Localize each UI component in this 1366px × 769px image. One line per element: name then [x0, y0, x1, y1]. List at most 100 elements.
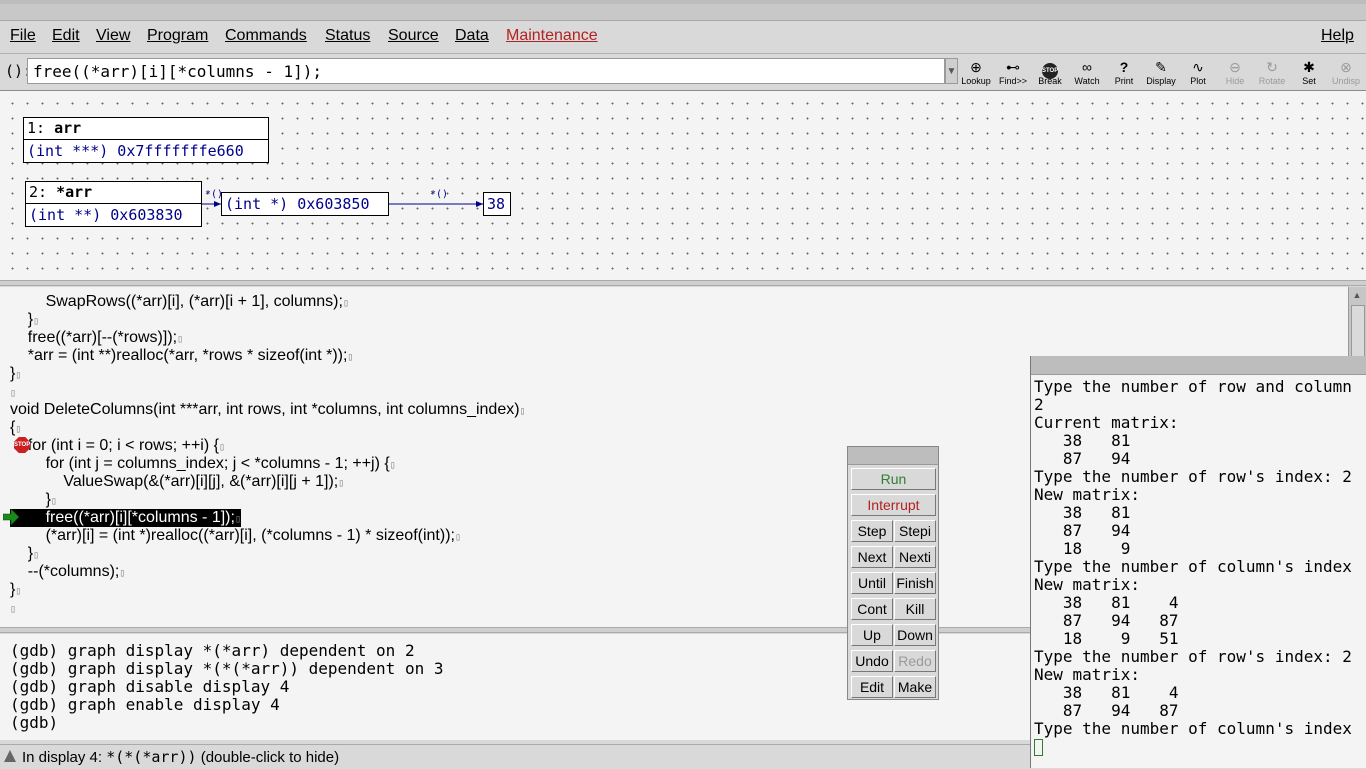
execution-window[interactable]: Type the number of row and column 2 Curren… [1030, 356, 1366, 768]
line-end-marker-icon: ▯ [218, 442, 225, 453]
make-button[interactable]: Make [894, 676, 936, 698]
exec-output-line: 38 81 [1034, 503, 1131, 522]
exec-output-line: Type the number of column's index [1034, 557, 1352, 576]
source-line: }▯ [10, 545, 40, 562]
console-line: (gdb) graph enable display 4 [10, 695, 280, 714]
break-button[interactable]: STOP Break [1032, 57, 1068, 89]
line-end-marker-icon: ▯ [347, 352, 354, 363]
menu-data[interactable]: Data [455, 27, 489, 45]
watch-button[interactable]: ∞ Watch [1069, 57, 1105, 89]
menu-maintenance[interactable]: Maintenance [506, 27, 598, 45]
source-line: }▯ [10, 581, 22, 598]
lookup-label: Lookup [961, 76, 991, 86]
pane-sash-1[interactable] [0, 280, 1366, 286]
set-button[interactable]: ✱ Set [1291, 57, 1327, 89]
display-icon: ✎ [1155, 59, 1167, 75]
break-label: Break [1038, 76, 1062, 86]
stepi-button[interactable]: Stepi [894, 520, 936, 542]
run-button[interactable]: Run [851, 468, 936, 490]
hide-button[interactable]: ⊖ Hide [1217, 57, 1253, 89]
step-button[interactable]: Step [851, 520, 893, 542]
line-end-marker-icon: ▯ [33, 550, 40, 561]
source-line: for (int i = 0; i < rows; ++i) {▯ [10, 437, 225, 454]
rotate-button[interactable]: ↻ Rotate [1254, 57, 1290, 89]
menu-file[interactable]: File [10, 27, 36, 45]
display-3-value[interactable]: (int *) 0x603850 [221, 192, 389, 216]
print-button[interactable]: ? Print [1106, 57, 1142, 89]
undisp-button[interactable]: ⊗ Undisp [1328, 57, 1364, 89]
display-2-value: (int **) 0x603830 [29, 206, 183, 224]
redo-button[interactable]: Redo [894, 650, 936, 672]
set-label: Set [1302, 76, 1316, 86]
command-tool-titlebar[interactable] [848, 447, 938, 465]
window-top-strip [0, 0, 1366, 21]
question-mark-icon: ? [1119, 59, 1129, 75]
menu-program[interactable]: Program [147, 27, 208, 45]
display-1-arr[interactable]: 1: arr (int ***) 0x7fffffffe660 [23, 117, 269, 163]
exec-output-line: 18 9 51 [1034, 629, 1179, 648]
menu-edit[interactable]: Edit [52, 27, 80, 45]
scroll-up-arrow-icon[interactable]: ▲ [1351, 289, 1363, 301]
console-line: (gdb) graph display *(*arr) dependent on… [10, 641, 415, 660]
terminal-cursor [1034, 739, 1043, 756]
display-2-expr: *arr [56, 183, 93, 201]
next-button[interactable]: Next [851, 546, 893, 568]
line-end-marker-icon: ▯ [10, 604, 17, 615]
argument-dropdown-button[interactable]: ▼ [945, 58, 958, 84]
exec-output-line: 18 9 [1034, 539, 1131, 558]
status-text: In display 4: *(*(*arr)) (double-click t… [22, 748, 339, 766]
line-end-marker-icon: ▯ [519, 406, 526, 417]
watch-glasses-icon: ∞ [1082, 59, 1092, 75]
finish-button[interactable]: Finish [894, 572, 936, 594]
exec-output-line: 38 81 4 [1034, 593, 1179, 612]
hide-label: Hide [1225, 76, 1245, 86]
source-line: free((*arr)[--(*rows)]);▯ [10, 329, 184, 346]
down-button[interactable]: Down [894, 624, 936, 646]
source-line: void DeleteColumns(int ***arr, int rows,… [10, 401, 526, 418]
lookup-button[interactable]: ⊕ Lookup [958, 57, 994, 89]
set-icon: ✱ [1303, 59, 1315, 75]
nexti-button[interactable]: Nexti [894, 546, 936, 568]
menu-bar: File Edit View Program Commands Status S… [0, 21, 1366, 54]
exec-output-line: 87 94 87 [1034, 611, 1179, 630]
status-prefix: In display 4: [22, 749, 107, 766]
interrupt-button[interactable]: Interrupt [851, 494, 936, 516]
source-line: *arr = (int **)realloc(*arr, *rows * siz… [10, 347, 354, 364]
until-button[interactable]: Until [851, 572, 893, 594]
menu-commands[interactable]: Commands [225, 27, 307, 45]
display-2-deref-arr[interactable]: 2: *arr (int **) 0x603830 [25, 181, 202, 227]
plot-button[interactable]: ∿ Plot [1180, 57, 1216, 89]
rotate-label: Rotate [1258, 76, 1286, 86]
edge-arrowhead-2 [476, 201, 483, 207]
menu-view[interactable]: View [96, 27, 130, 45]
kill-button[interactable]: Kill [894, 598, 936, 620]
console-line: (gdb) graph display *(*(*arr)) dependent… [10, 659, 444, 678]
edge-label-2: *() [430, 189, 449, 200]
menu-status[interactable]: Status [325, 27, 370, 45]
source-line: ▯ [10, 599, 16, 617]
current-source-line: free((*arr)[i][*columns - 1]);▯ [10, 509, 241, 527]
display-4-value[interactable]: 38 [483, 192, 511, 216]
up-button[interactable]: Up [851, 624, 893, 646]
display-button[interactable]: ✎ Display [1143, 57, 1179, 89]
status-up-arrow-icon[interactable] [4, 750, 16, 762]
exec-output-line: 2 [1034, 395, 1044, 414]
edit-button[interactable]: Edit [851, 676, 893, 698]
undo-button[interactable]: Undo [851, 650, 893, 672]
exec-output-line: 87 94 [1034, 521, 1131, 540]
argument-input[interactable]: free((*arr)[i][*columns - 1]); [27, 58, 945, 84]
cont-button[interactable]: Cont [851, 598, 893, 620]
line-end-marker-icon: ▯ [119, 568, 126, 579]
line-end-marker-icon: ▯ [33, 316, 40, 327]
display-1-title: 1: arr [24, 118, 268, 140]
menu-source[interactable]: Source [388, 27, 439, 45]
data-display-pane[interactable]: *() *() 1: arr (int ***) 0x7fffffffe660 … [0, 91, 1366, 282]
find-button[interactable]: ⊷ Find>> [995, 57, 1031, 89]
menu-help[interactable]: Help [1321, 27, 1354, 45]
source-line: }▯ [10, 491, 57, 508]
source-line: for (int j = columns_index; j < *columns… [10, 455, 396, 472]
exec-output-line: 87 94 [1034, 449, 1131, 468]
execution-window-titlebar[interactable] [1031, 356, 1366, 375]
exec-output-line: 87 94 87 [1034, 701, 1179, 720]
display-2-title: 2: *arr [26, 182, 201, 204]
